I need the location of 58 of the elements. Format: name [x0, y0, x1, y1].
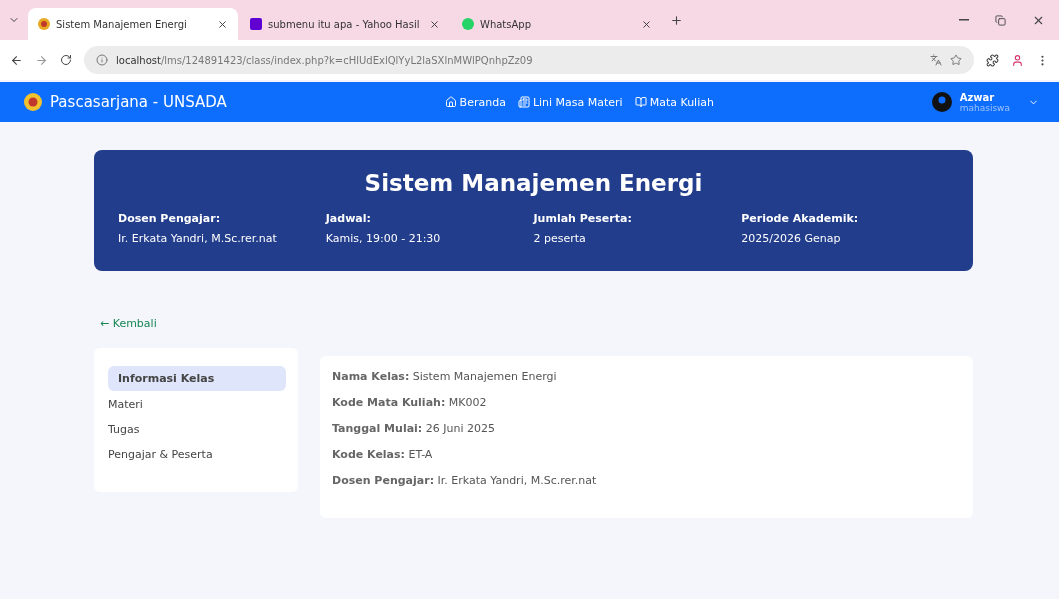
info-line: Tanggal Mulai: 26 Juni 2025 — [332, 422, 496, 435]
new-tab-button[interactable] — [670, 13, 683, 27]
url-text: localhost/lms/124891423/class/index.php?k=cHlUdExlQlYyL2laSXlnMWlPQnhpZz09 — [116, 54, 533, 66]
user-name: Azwar — [959, 91, 996, 103]
back-arrow-icon — [10, 53, 23, 67]
info-line: Kode Kelas: ET-A — [332, 448, 434, 461]
class-title: Sistem Manajemen Energi — [363, 170, 704, 196]
home-icon — [444, 96, 457, 108]
translate-icon[interactable] — [930, 54, 942, 66]
user-icon — [1011, 53, 1024, 67]
nav-link[interactable]: Mata Kuliah — [634, 95, 714, 109]
reload-button[interactable] — [60, 54, 72, 66]
fact-label: Periode Akademik: — [741, 212, 860, 225]
browser-tab[interactable]: WhatsApp — [452, 8, 662, 40]
close-icon[interactable] — [429, 18, 440, 30]
reload-icon — [60, 54, 72, 66]
fact-label: Jumlah Peserta: — [533, 212, 633, 225]
minimize-icon — [959, 19, 969, 21]
fact-value: 2 peserta — [533, 232, 587, 245]
puzzle-icon — [986, 53, 999, 67]
info-line: Kode Mata Kuliah: MK002 — [332, 396, 488, 409]
browser-tab[interactable]: submenu itu apa - Yahoo Hasil — [240, 8, 450, 40]
nav-link[interactable]: Beranda — [444, 95, 506, 109]
avatar-icon — [931, 92, 952, 112]
logo-icon — [38, 18, 50, 30]
sidebar-item[interactable]: Pengajar & Peserta — [108, 443, 286, 466]
fact-label: Jadwal: — [325, 212, 372, 225]
back-button[interactable] — [10, 53, 23, 67]
user-role: mahasiswa — [959, 102, 1010, 113]
fact-value: Kamis, 19:00 - 21:30 — [325, 232, 442, 245]
extensions-button[interactable] — [986, 53, 999, 67]
fact-value: 2025/2026 Genap — [741, 232, 842, 245]
sidebar-item[interactable]: Informasi Kelas — [108, 366, 286, 391]
info-icon[interactable] — [96, 54, 108, 66]
sidebar-item[interactable]: Materi — [108, 393, 286, 416]
logo-icon — [24, 93, 42, 111]
minimize-button[interactable] — [959, 19, 969, 21]
star-icon[interactable] — [950, 54, 962, 66]
fact-label: Dosen Pengajar: — [118, 212, 222, 225]
newspaper-icon — [517, 96, 530, 108]
info-line: Nama Kelas: Sistem Manajemen Energi — [332, 370, 558, 383]
forward-button[interactable] — [35, 53, 48, 67]
sidebar-item[interactable]: Tugas — [108, 418, 286, 441]
book-icon — [634, 96, 647, 108]
back-link[interactable]: ← Kembali — [100, 317, 157, 330]
close-icon[interactable] — [217, 18, 228, 30]
fact-value: Ir. Erkata Yandri, M.Sc.rer.nat — [118, 232, 278, 245]
brand-link[interactable]: Pascasarjana - UNSADA — [24, 93, 227, 111]
plus-icon — [670, 13, 683, 27]
restore-button[interactable] — [995, 14, 1006, 26]
nav-link[interactable]: Lini Masa Materi — [517, 95, 623, 109]
forward-arrow-icon — [35, 53, 48, 67]
info-line: Dosen Pengajar: Ir. Erkata Yandri, M.Sc.rer.nat — [332, 474, 598, 487]
address-bar[interactable]: localhost/lms/124891423/class/index.php?k=cHlUdExlQlYyL2laSXlnMWlPQnhpZz09 — [84, 46, 974, 74]
browser-tab[interactable]: Sistem Manajemen Energi — [28, 8, 238, 40]
restore-icon — [995, 14, 1006, 26]
close-icon[interactable] — [641, 18, 652, 30]
profile-button[interactable] — [1011, 53, 1024, 67]
